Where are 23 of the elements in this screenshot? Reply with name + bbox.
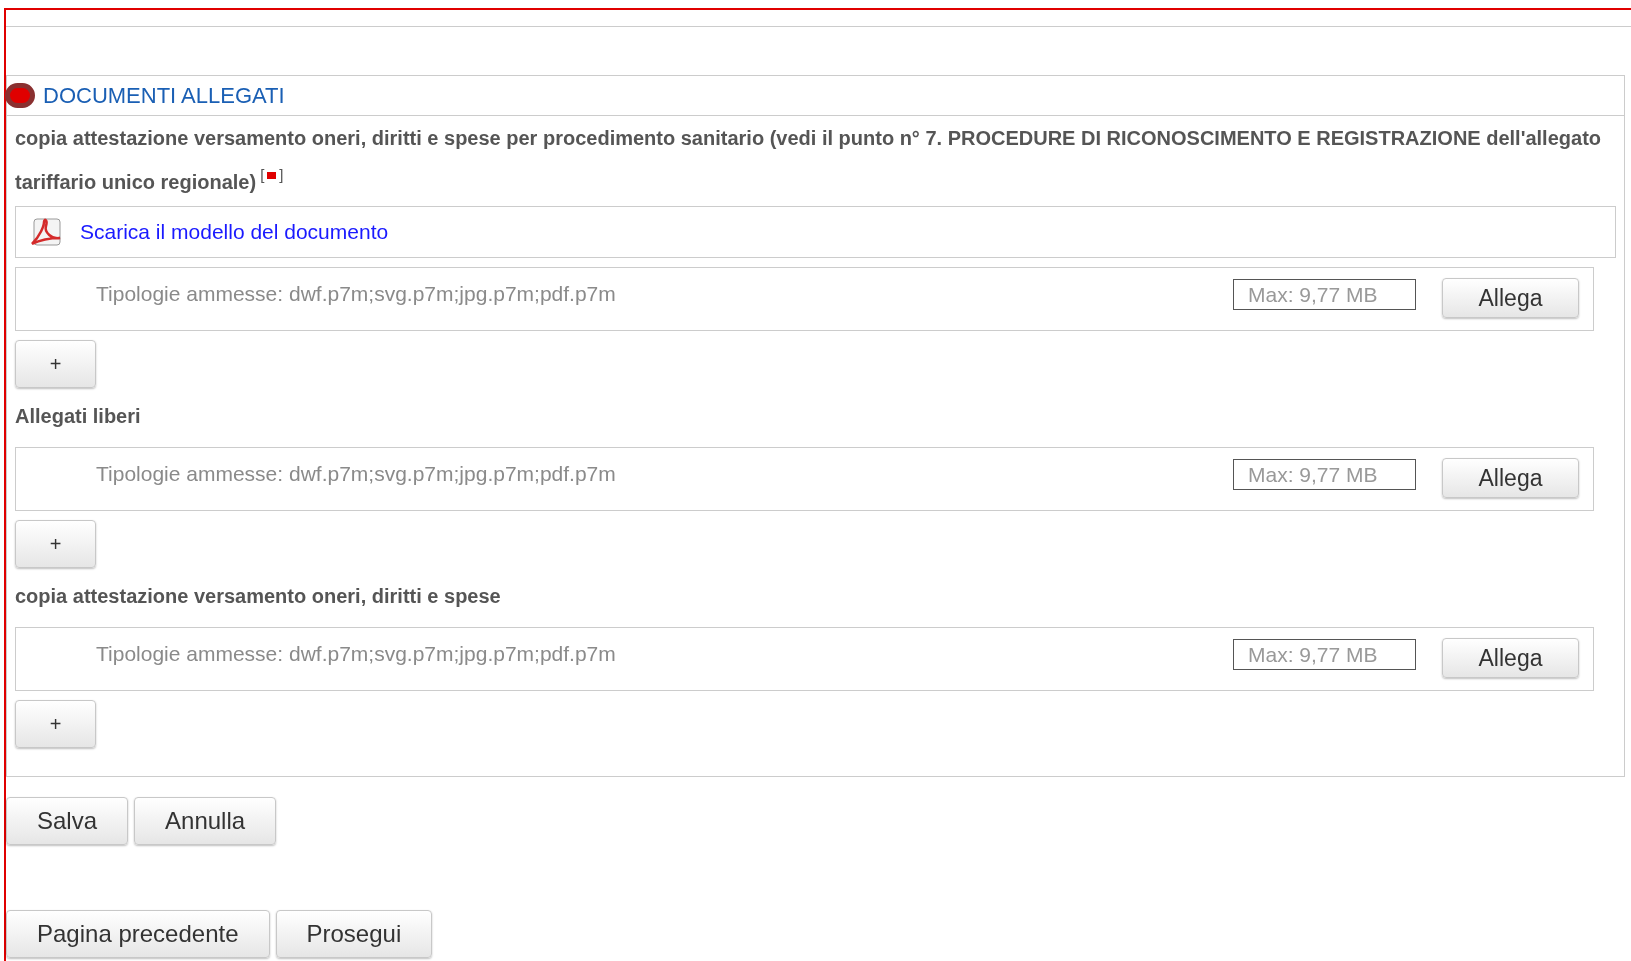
max-size-field: Max: 9,77 MB bbox=[1233, 459, 1416, 490]
allowed-types: Tipologie ammesse: dwf.p7m;svg.p7m;jpg.p7m;pdf.p7m bbox=[96, 641, 616, 667]
section-title: DOCUMENTI ALLEGATI bbox=[43, 82, 285, 110]
document-label: copia attestazione versamento oneri, diritti e spese per procedimento sanitario (vedi il punto n° 7. PROCEDURE DI RICONOSCIMENTO E REGISTRAZIONE dell'allegato tariffario unico regionale) [ ] bbox=[14, 126, 1602, 195]
add-button[interactable]: + bbox=[15, 520, 96, 568]
max-size-field: Max: 9,77 MB bbox=[1233, 279, 1416, 310]
document-label: copia attestazione versamento oneri, diritti e spese bbox=[14, 584, 502, 609]
form-button[interactable]: Salva bbox=[6, 797, 129, 845]
pdf-icon bbox=[28, 216, 64, 248]
download-link[interactable]: Scarica il modello del documento bbox=[80, 216, 389, 248]
nav-button[interactable]: Pagina precedente bbox=[6, 910, 270, 958]
add-button[interactable]: + bbox=[15, 700, 96, 748]
attach-button[interactable]: Allega bbox=[1442, 458, 1579, 498]
form-button[interactable]: Annulla bbox=[134, 797, 277, 845]
allowed-types: Tipologie ammesse: dwf.p7m;svg.p7m;jpg.p7m;pdf.p7m bbox=[96, 461, 616, 487]
required-icon bbox=[267, 171, 277, 179]
nav-button[interactable]: Prosegui bbox=[275, 910, 433, 958]
max-size-field: Max: 9,77 MB bbox=[1233, 639, 1416, 670]
attach-button[interactable]: Allega bbox=[1442, 278, 1579, 318]
add-button[interactable]: + bbox=[15, 340, 96, 388]
attach-button[interactable]: Allega bbox=[1442, 638, 1579, 678]
allowed-types: Tipologie ammesse: dwf.p7m;svg.p7m;jpg.p7m;pdf.p7m bbox=[96, 281, 616, 307]
document-label: Allegati liberi bbox=[14, 404, 142, 429]
